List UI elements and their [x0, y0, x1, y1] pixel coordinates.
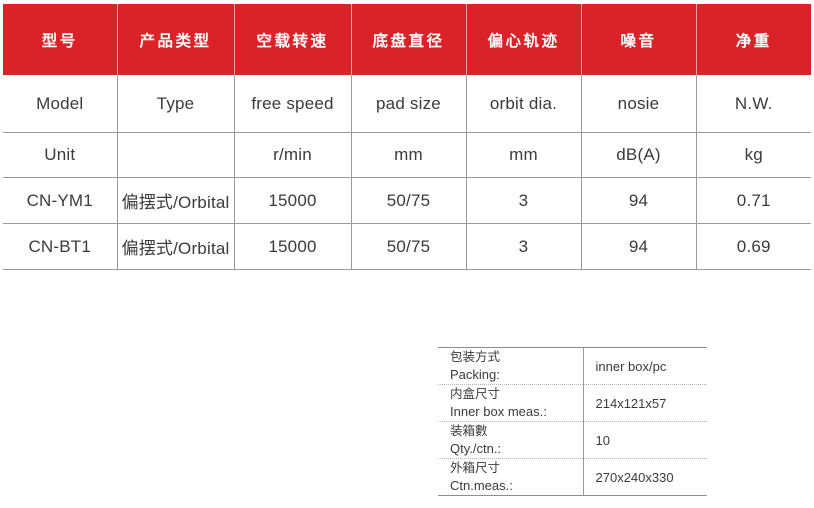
cell-padsize-value: 50/75: [351, 223, 467, 270]
packing-label-packing: 包装方式 Packing:: [438, 348, 584, 385]
cell-unit-type: [117, 132, 235, 178]
packing-label-qty-en: Qty./ctn.:: [450, 440, 502, 456]
cell-padsize-label: pad size: [351, 75, 467, 133]
column-header-freespeed-cn: 空载转速: [234, 4, 352, 75]
cell-unit-label: Unit: [3, 132, 118, 178]
packing-label-inner-box-cn: 内盒尺寸: [450, 387, 501, 402]
cell-type-label: Type: [117, 75, 235, 133]
column-header-padsize-cn: 底盘直径: [351, 4, 467, 75]
cell-freespeed-value: 15000: [234, 177, 352, 224]
specification-table-container: 型号 产品类型 空载转速 底盘直径 偏心轨迹 噪音 净重 Model Type …: [3, 4, 811, 270]
cell-orbitdia-value: 3: [466, 177, 582, 224]
packing-label-inner-box: 内盒尺寸 Inner box meas.:: [438, 384, 584, 422]
packing-row-packing: 包装方式 Packing: inner box/pc: [438, 348, 707, 385]
specification-table: 型号 产品类型 空载转速 底盘直径 偏心轨迹 噪音 净重 Model Type …: [3, 4, 811, 270]
packing-value-qty: 10: [583, 421, 707, 459]
cell-noise-label: nosie: [581, 75, 697, 133]
cell-type-value: 偏摆式/Orbital: [117, 223, 235, 270]
table-row: CN-BT1 偏摆式/Orbital 15000 50/75 3 94 0.69: [3, 223, 811, 270]
packing-table: 包装方式 Packing: inner box/pc 内盒尺寸 Inner bo…: [438, 348, 707, 495]
cell-unit-freespeed: r/min: [234, 132, 352, 178]
packing-row-carton: 外箱尺寸 Ctn.meas.: 270x240x330: [438, 458, 707, 495]
cell-noise-value: 94: [581, 177, 697, 224]
cell-freespeed-value: 15000: [234, 223, 352, 270]
cell-orbitdia-value: 3: [466, 223, 582, 270]
packing-label-qty: 装箱數 Qty./ctn.:: [438, 421, 584, 459]
cell-model-label: Model: [3, 75, 118, 133]
column-header-netweight-cn: 净重: [696, 4, 811, 75]
cell-orbitdia-label: orbit dia.: [466, 75, 582, 133]
packing-label-carton: 外箱尺寸 Ctn.meas.:: [438, 458, 584, 495]
packing-table-container: 包装方式 Packing: inner box/pc 内盒尺寸 Inner bo…: [438, 347, 707, 496]
cell-unit-padsize: mm: [351, 132, 467, 178]
packing-label-packing-cn: 包装方式: [450, 350, 501, 365]
packing-label-packing-en: Packing:: [450, 366, 500, 382]
packing-value-carton: 270x240x330: [595, 469, 674, 485]
table-row: Model Type free speed pad size orbit dia…: [3, 75, 811, 133]
packing-row-qty: 装箱數 Qty./ctn.: 10: [438, 421, 707, 459]
cell-model-value: CN-YM1: [3, 177, 118, 224]
column-header-orbitdia-cn: 偏心轨迹: [466, 4, 582, 75]
column-header-type-cn: 产品类型: [117, 4, 235, 75]
cell-netweight-value: 0.71: [696, 177, 811, 224]
cell-netweight-label: N.W.: [696, 75, 811, 133]
cell-netweight-value: 0.69: [696, 223, 811, 270]
cell-type-value: 偏摆式/Orbital: [117, 177, 235, 224]
column-header-noise-cn: 噪音: [581, 4, 697, 75]
table-row: CN-YM1 偏摆式/Orbital 15000 50/75 3 94 0.71: [3, 177, 811, 224]
cell-unit-netweight: kg: [696, 132, 811, 178]
cell-noise-value: 94: [581, 223, 697, 270]
packing-value-packing: inner box/pc: [583, 348, 707, 385]
packing-row-inner-box: 内盒尺寸 Inner box meas.: 214x121x57: [438, 384, 707, 422]
cell-freespeed-label: free speed: [234, 75, 352, 133]
cell-unit-noise: dB(A): [581, 132, 697, 178]
cell-unit-orbitdia: mm: [466, 132, 582, 178]
cell-model-value: CN-BT1: [3, 223, 118, 270]
packing-label-carton-en: Ctn.meas.:: [450, 477, 513, 493]
packing-label-qty-cn: 装箱數: [450, 424, 488, 439]
cell-padsize-value: 50/75: [351, 177, 467, 224]
table-header-row: 型号 产品类型 空载转速 底盘直径 偏心轨迹 噪音 净重: [3, 4, 811, 75]
column-header-model-cn: 型号: [3, 4, 118, 75]
packing-label-carton-cn: 外箱尺寸: [450, 461, 501, 476]
packing-label-inner-box-en: Inner box meas.:: [450, 403, 547, 419]
table-row: Unit r/min mm mm dB(A) kg: [3, 132, 811, 178]
packing-value-inner-box: 214x121x57: [583, 384, 707, 422]
packing-table-bottom-rule: [438, 495, 707, 496]
